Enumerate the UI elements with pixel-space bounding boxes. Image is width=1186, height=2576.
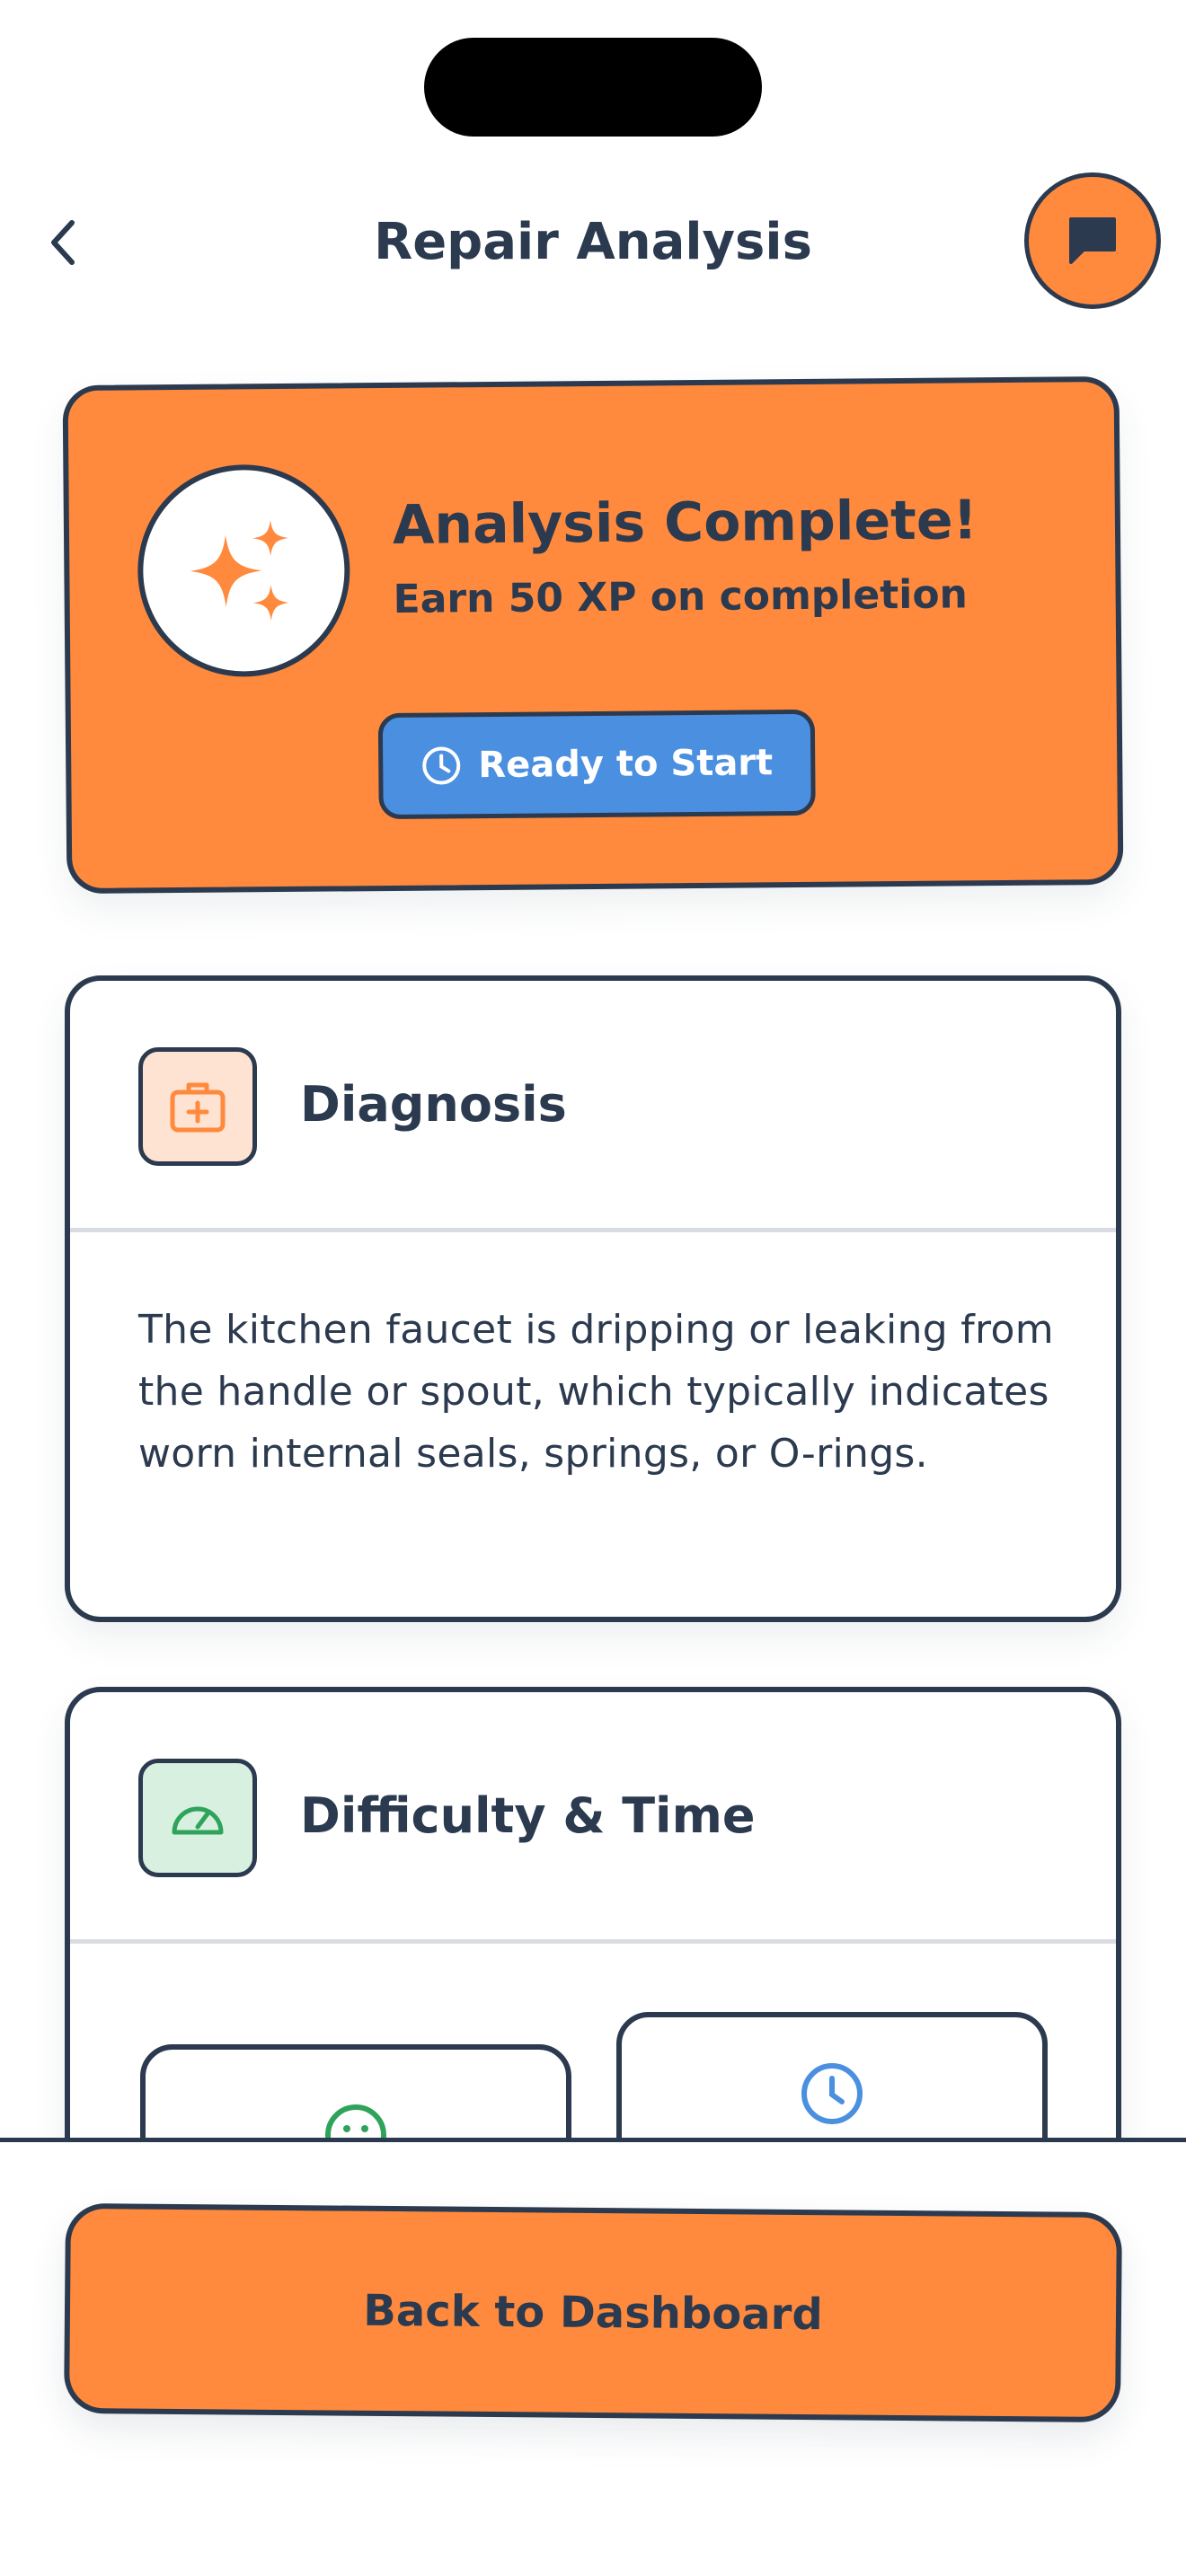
difficulty-icon-box xyxy=(138,1759,257,1877)
difficulty-title: Difficulty & Time xyxy=(300,1787,756,1844)
chat-button[interactable] xyxy=(1024,172,1161,309)
analysis-status-title: Analysis Complete! xyxy=(392,489,978,557)
chat-bubble-icon xyxy=(1069,217,1116,264)
diagnosis-icon-box xyxy=(138,1047,257,1166)
sparkles-badge xyxy=(137,463,351,678)
ready-to-start-button[interactable]: Ready to Start xyxy=(377,709,816,820)
clock-icon xyxy=(801,2063,863,2124)
medical-kit-icon xyxy=(170,1082,226,1133)
diagnosis-card: Diagnosis The kitchen faucet is dripping… xyxy=(65,975,1121,1622)
page-title: Repair Analysis xyxy=(374,213,812,271)
back-to-dashboard-button[interactable]: Back to Dashboard xyxy=(64,2202,1122,2423)
ready-button-label: Ready to Start xyxy=(478,742,774,787)
speedometer-icon xyxy=(172,1806,224,1835)
diagnosis-title: Diagnosis xyxy=(300,1076,567,1133)
device-notch xyxy=(424,38,762,137)
difficulty-header: Difficulty & Time xyxy=(70,1692,1116,1944)
diagnosis-header: Diagnosis xyxy=(70,981,1116,1232)
analysis-complete-card: Analysis Complete! Earn 50 XP on complet… xyxy=(62,375,1124,895)
xp-reward-text: Earn 50 XP on completion xyxy=(393,571,969,622)
diagnosis-description: The kitchen faucet is dripping or leakin… xyxy=(138,1307,1054,1477)
back-to-dashboard-label: Back to Dashboard xyxy=(363,2285,823,2341)
sparkles-icon xyxy=(190,520,289,622)
clock-icon xyxy=(422,746,461,785)
